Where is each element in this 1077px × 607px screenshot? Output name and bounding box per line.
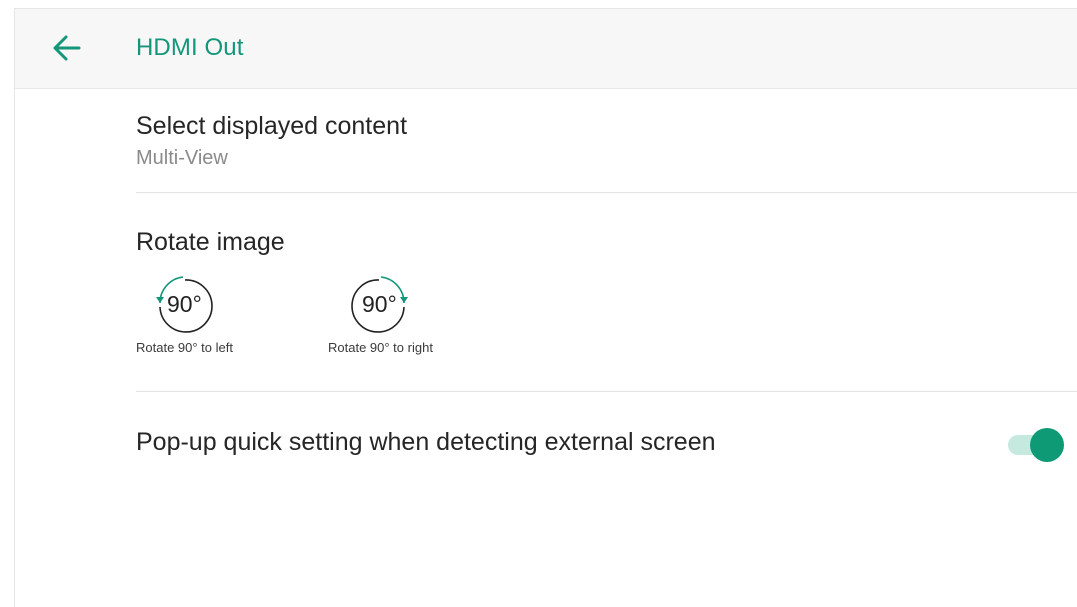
rotate-right-icon-box: 90° xyxy=(328,272,418,334)
divider xyxy=(136,391,1077,392)
display-content-title: Select displayed content xyxy=(136,112,408,140)
rotate-image-setting: Rotate image xyxy=(136,228,285,257)
rotate-right-caption: Rotate 90° to right xyxy=(328,340,433,355)
rotate-right-degrees: 90° xyxy=(362,291,397,317)
popup-quick-setting-toggle[interactable] xyxy=(1008,428,1066,462)
divider xyxy=(136,192,1077,193)
page-title: HDMI Out xyxy=(136,34,244,61)
arrow-left-icon xyxy=(53,35,81,61)
rotate-left-icon-box: 90° xyxy=(136,272,226,334)
rotate-left-caption: Rotate 90° to left xyxy=(136,340,233,355)
display-content-value: Multi-View xyxy=(136,147,228,169)
popup-quick-setting: Pop-up quick setting when detecting exte… xyxy=(136,428,716,457)
header-bar: HDMI Out xyxy=(15,9,1077,89)
back-button[interactable] xyxy=(47,28,87,68)
rotate-right-button[interactable]: 90° Rotate 90° to right xyxy=(328,272,433,355)
left-border xyxy=(14,8,15,607)
rotate-left-degrees: 90° xyxy=(167,291,202,317)
rotate-image-title: Rotate image xyxy=(136,228,285,256)
popup-quick-setting-title: Pop-up quick setting when detecting exte… xyxy=(136,428,716,456)
display-content-setting[interactable]: Select displayed content Multi-View xyxy=(136,112,407,170)
toggle-thumb xyxy=(1030,428,1064,462)
rotate-left-button[interactable]: 90° Rotate 90° to left xyxy=(136,272,233,355)
hdmi-out-settings-screen: HDMI Out Select displayed content Multi-… xyxy=(0,0,1077,607)
